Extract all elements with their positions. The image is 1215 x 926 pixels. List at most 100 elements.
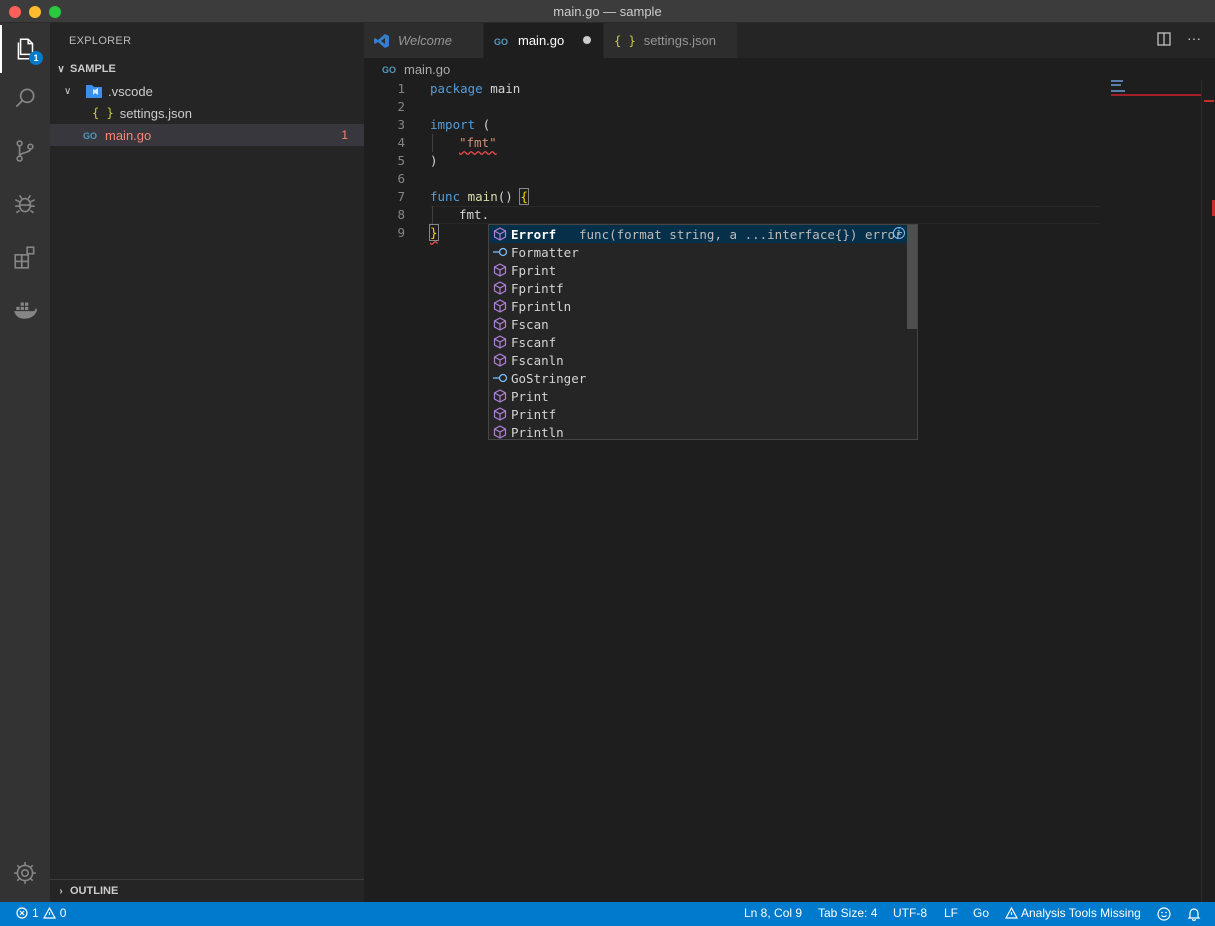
chevron-down-icon: ∨ [57,63,65,75]
vscode-folder-icon [86,84,102,98]
feedback-smiley-icon[interactable] [1157,907,1171,921]
extensions-icon [14,246,35,269]
json-file-icon: { } [614,33,636,48]
json-file-icon: { } [92,106,114,120]
explorer-title: EXPLORER [69,35,132,47]
line-number: 2 [397,99,405,114]
suggest-item[interactable]: Fprintln [489,297,907,315]
svg-text:GO: GO [382,65,396,74]
cursor-position[interactable]: Ln 8, Col 9 [744,906,802,920]
line-number: 5 [397,153,405,168]
tree-item-label: settings.json [119,105,192,121]
current-line-highlight [430,206,1100,224]
problems-indicator[interactable]: 1 0 [16,906,66,920]
method-icon [489,299,511,313]
more-actions-icon[interactable]: ··· [1187,31,1201,46]
language-mode[interactable]: Go [973,906,989,920]
split-editor-icon[interactable] [1157,32,1171,46]
tree-item-vscode-folder[interactable]: ∨ .vscode [50,80,364,102]
breadcrumb-file[interactable]: main.go [404,62,450,77]
code-line: fmt. [459,207,490,222]
tab-label: main.go [518,33,565,48]
go-file-icon: GO [382,62,398,77]
breadcrumb: GO main.go [364,58,1215,80]
suggest-label: Printf [511,406,557,422]
suggest-label: Fprint [511,262,557,278]
suggest-label: Errorf [511,226,557,242]
line-number: 6 [397,171,405,186]
suggest-item[interactable]: Fscanln [489,351,907,369]
extensions-activity[interactable] [0,233,50,281]
code-line: func main() { [430,188,529,205]
chevron-down-icon: ∨ [64,85,72,97]
suggest-scrollbar[interactable] [907,225,917,329]
editor-actions: ··· [1157,31,1201,46]
workspace-section-header[interactable]: ∨ SAMPLE [50,58,364,80]
suggest-item[interactable]: GoStringer [489,369,907,387]
tree-item-label: .vscode [108,83,153,99]
minimap[interactable] [1109,80,1201,100]
workspace-name: SAMPLE [70,63,116,75]
suggest-item[interactable]: Formatter [489,243,907,261]
unsaved-dot-icon[interactable] [583,36,591,44]
suggest-label: Println [511,424,564,440]
suggest-item[interactable]: Println [489,423,907,440]
docker-activity[interactable] [0,285,50,333]
suggest-item[interactable]: Fscan [489,315,907,333]
title-bar: main.go — sample [0,0,1215,23]
line-number: 1 [397,81,405,96]
suggest-item[interactable]: Fprint [489,261,907,279]
tree-item-main-go[interactable]: GO main.go 1 [50,124,364,146]
explorer-sidebar: EXPLORER ∨ SAMPLE ∨ .vscode { } settings… [50,23,364,902]
tab-main-go[interactable]: GO main.go [484,23,604,58]
encoding[interactable]: UTF-8 [893,906,927,920]
tab-size[interactable]: Tab Size: 4 [818,906,877,920]
method-icon [489,335,511,349]
method-icon [489,407,511,421]
suggest-item[interactable]: Errorf func(format string, a ...interfac… [489,225,907,243]
error-icon [16,907,28,919]
bell-icon[interactable] [1187,907,1201,921]
line-number: 7 [397,189,405,204]
method-icon [489,389,511,403]
warning-icon [1005,907,1018,919]
svg-text:GO: GO [494,37,508,46]
suggest-item[interactable]: Printf [489,405,907,423]
suggest-label: Fscanln [511,352,564,368]
debug-icon [14,194,36,214]
search-icon [15,88,35,108]
suggest-label: Fscanf [511,334,557,350]
editor-tabs: Welcome GO main.go { } settings.json ··· [364,23,1215,58]
indent-guide [432,134,433,152]
interface-icon [489,373,511,383]
code-editor[interactable]: 1 2 3 4 5 6 7 8 9 package main import ( … [364,80,1215,902]
suggest-label: Fscan [511,316,549,332]
chevron-right-icon: › [59,885,63,897]
debug-activity[interactable] [0,180,50,228]
outline-section-header[interactable]: › OUTLINE [50,879,364,902]
suggest-item[interactable]: Fprintf [489,279,907,297]
warning-count: 0 [59,906,67,920]
editor-scrollbar[interactable] [1201,80,1215,902]
tree-item-settings-json[interactable]: { } settings.json [50,102,364,124]
gear-icon [14,862,36,884]
analysis-tools-status[interactable]: Analysis Tools Missing [1005,906,1141,920]
outline-title: OUTLINE [70,885,119,897]
activity-bar: 1 [0,23,50,902]
tab-welcome[interactable]: Welcome [364,23,484,58]
suggest-detail: func(format string, a ...interface{}) er… [579,226,903,242]
method-icon [489,281,511,295]
suggest-item[interactable]: Fscanf [489,333,907,351]
line-ending[interactable]: LF [944,906,958,920]
info-icon[interactable]: i [893,227,905,239]
tab-settings-json[interactable]: { } settings.json [604,23,738,58]
analysis-tools-label: Analysis Tools Missing [1021,906,1141,920]
go-file-icon: GO [494,36,510,46]
explorer-activity[interactable]: 1 [0,25,50,73]
search-activity[interactable] [0,74,50,122]
settings-activity[interactable] [0,849,50,897]
source-control-activity[interactable] [0,127,50,175]
method-icon [489,353,511,367]
suggest-item[interactable]: Print [489,387,907,405]
suggest-label: Fprintf [511,280,564,296]
